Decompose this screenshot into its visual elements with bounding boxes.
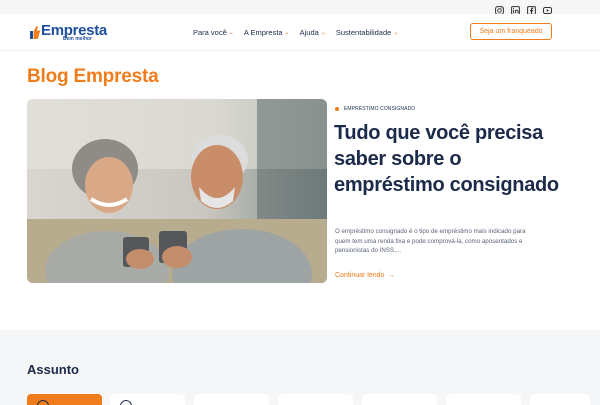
featured-article-title[interactable]: Tudo que você precisa saber sobre o empr… xyxy=(334,120,574,198)
topic-chip[interactable] xyxy=(194,394,269,405)
featured-article-image[interactable] xyxy=(27,99,327,283)
page-title: Blog Empresta xyxy=(27,66,159,87)
arrow-right-icon: → xyxy=(387,272,395,279)
nav-item-para-voce[interactable]: Para você ⌄ xyxy=(193,28,234,37)
nav-item-label: Sustentabilidade xyxy=(335,28,392,37)
instagram-icon[interactable] xyxy=(495,2,504,15)
nav-item-label: Ajuda xyxy=(299,28,319,37)
topic-chip[interactable] xyxy=(446,394,521,405)
chevron-down-icon: ⌄ xyxy=(393,30,399,36)
nav-item-sustentabilidade[interactable]: Sustentabilidade ⌄ xyxy=(336,28,399,37)
article-category[interactable]: EMPRÉSTIMO CONSIGNADO xyxy=(335,106,415,112)
article-category-label: EMPRÉSTIMO CONSIGNADO xyxy=(344,106,416,112)
franchise-cta-button[interactable]: Seja um franqueado xyxy=(470,23,552,40)
top-utility-bar xyxy=(0,0,600,15)
topic-icon xyxy=(37,400,49,405)
youtube-icon[interactable] xyxy=(543,2,552,14)
nav-item-ajuda[interactable]: Ajuda ⌄ xyxy=(300,28,326,37)
topic-chip[interactable] xyxy=(278,394,353,405)
social-links xyxy=(495,2,552,15)
nav-item-label: A Empresta xyxy=(243,28,283,37)
continue-reading-link[interactable]: Continuar lendo → xyxy=(335,272,394,279)
brand-logo[interactable]: Empresta Bem melhor xyxy=(30,23,107,45)
topic-chip[interactable] xyxy=(27,394,102,405)
topic-chip[interactable] xyxy=(530,394,590,405)
topic-chip[interactable] xyxy=(362,394,437,405)
facebook-icon[interactable] xyxy=(527,2,536,15)
nav-item-a-empresta[interactable]: A Empresta ⌄ xyxy=(244,28,290,37)
linkedin-icon[interactable] xyxy=(511,2,520,15)
chevron-down-icon: ⌄ xyxy=(228,30,234,36)
site-header: Empresta Bem melhor Para você ⌄ A Empres… xyxy=(0,14,600,51)
topics-title: Assunto xyxy=(27,362,79,377)
nav-item-label: Para você xyxy=(193,28,227,37)
chevron-down-icon: ⌄ xyxy=(284,30,290,36)
main-nav: Para você ⌄ A Empresta ⌄ Ajuda ⌄ Sustent… xyxy=(193,28,398,37)
topic-icon xyxy=(120,400,132,405)
featured-article-excerpt: O empréstimo consignado é o tipo de empr… xyxy=(335,228,526,255)
category-dot-icon xyxy=(335,107,339,111)
chevron-down-icon: ⌄ xyxy=(320,30,326,36)
topic-chip[interactable] xyxy=(110,394,185,405)
thumbs-up-icon xyxy=(30,25,41,40)
continue-reading-label: Continuar lendo xyxy=(335,272,385,279)
